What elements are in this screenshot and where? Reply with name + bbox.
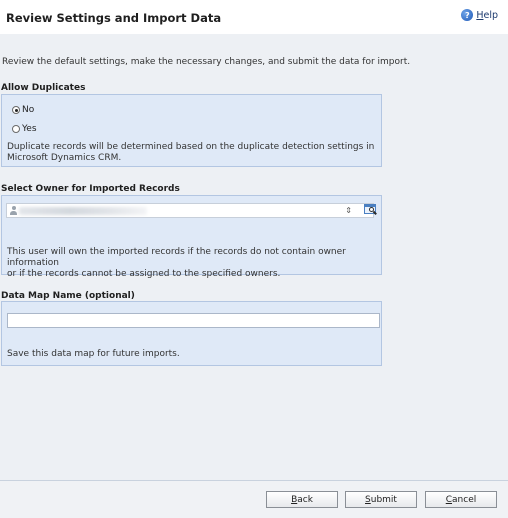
allow-duplicates-title: Allow Duplicates xyxy=(1,83,86,93)
duplicates-note: Duplicate records will be determined bas… xyxy=(7,142,374,164)
allow-duplicates-section: No Yes Duplicate records will be determi… xyxy=(1,94,382,167)
page-title: Review Settings and Import Data xyxy=(6,11,222,25)
duplicates-note-line2: Microsoft Dynamics CRM. xyxy=(7,153,122,163)
duplicates-note-line1: Duplicate records will be determined bas… xyxy=(7,142,375,152)
owner-title: Select Owner for Imported Records xyxy=(1,184,180,194)
help-icon: ? xyxy=(461,9,474,21)
duplicates-yes-option[interactable]: Yes xyxy=(12,124,37,134)
intro-text: Review the default settings, make the ne… xyxy=(2,57,411,67)
duplicates-no-label: No xyxy=(22,105,35,115)
data-map-name-input[interactable] xyxy=(7,313,380,328)
cancel-button[interactable]: Cancel xyxy=(425,491,497,508)
data-map-note: Save this data map for future imports. xyxy=(7,349,180,359)
cancel-label-rest: ancel xyxy=(452,494,477,505)
dialog-header: Review Settings and Import Data ? Help xyxy=(0,0,508,34)
submit-label-rest: ubmit xyxy=(370,494,397,505)
help-label-rest: elp xyxy=(483,9,498,21)
back-button[interactable]: Back xyxy=(266,491,338,508)
duplicates-yes-label: Yes xyxy=(22,124,37,134)
owner-section: ⇕ This user will own the imported record… xyxy=(1,195,382,279)
submit-button[interactable]: Submit xyxy=(345,491,417,508)
owner-lookup-field[interactable]: ⇕ xyxy=(6,203,374,218)
lookup-icon[interactable] xyxy=(364,204,378,215)
help-label: Help xyxy=(476,10,498,21)
data-map-title: Data Map Name (optional) xyxy=(1,291,135,301)
help-link[interactable]: ? Help xyxy=(461,9,498,21)
duplicates-no-radio[interactable] xyxy=(12,106,20,114)
back-label-rest: ack xyxy=(297,494,313,505)
dialog-footer: Back Submit Cancel xyxy=(0,480,508,518)
duplicates-yes-radio[interactable] xyxy=(12,125,20,133)
owner-scroll-icon[interactable]: ⇕ xyxy=(345,205,352,216)
user-icon xyxy=(10,206,17,215)
owner-note: This user will own the imported records … xyxy=(7,247,381,280)
data-map-section: Save this data map for future imports. xyxy=(1,301,382,366)
owner-value-redacted xyxy=(19,207,147,215)
duplicates-no-option[interactable]: No xyxy=(12,105,34,115)
owner-note-line1: This user will own the imported records … xyxy=(7,247,346,268)
owner-note-line2: or if the records cannot be assigned to … xyxy=(7,269,281,279)
